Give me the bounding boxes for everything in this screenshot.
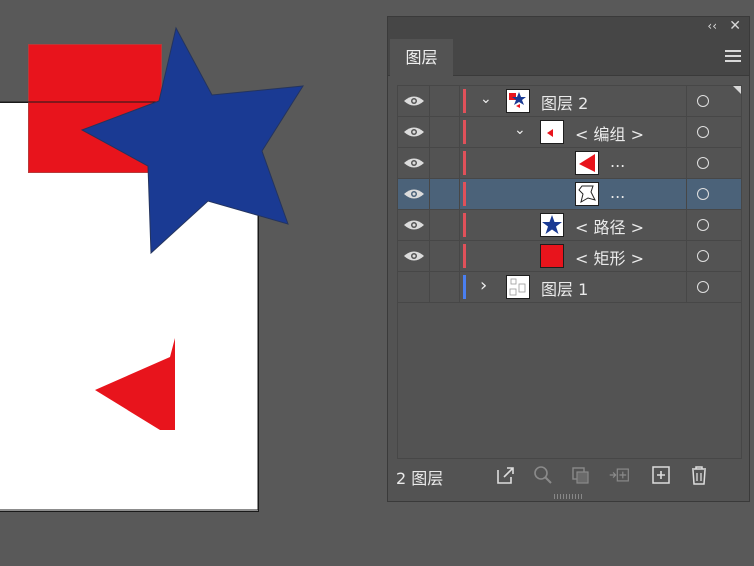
layer-label[interactable]: ... — [610, 152, 625, 171]
artwork-svg — [0, 26, 304, 511]
eye-icon[interactable] — [403, 157, 425, 169]
layer-color-bar — [463, 275, 466, 299]
layer-color-bar — [463, 120, 466, 144]
group-thumbnail — [540, 120, 564, 144]
path-thumbnail — [575, 151, 599, 175]
layer-row-layer1[interactable]: › 图层 1 — [398, 272, 741, 303]
layer-count: 2 图层 — [396, 469, 444, 488]
target-circle-icon[interactable] — [697, 95, 709, 107]
layer-thumbnail — [506, 275, 530, 299]
layer-color-bar — [463, 244, 466, 268]
layer-color-bar — [463, 213, 466, 237]
layer-thumbnail — [506, 89, 530, 113]
eye-icon[interactable] — [403, 126, 425, 138]
tab-layers[interactable]: 图层 — [390, 39, 453, 76]
target-circle-icon[interactable] — [697, 157, 709, 169]
eye-icon[interactable] — [403, 188, 425, 200]
target-circle-icon[interactable] — [697, 281, 709, 293]
layer-label[interactable]: < 路径 > — [575, 214, 644, 238]
tab-bar: 图层 — [388, 37, 749, 76]
red-triangle-art[interactable] — [95, 338, 175, 430]
move-to-layer-icon[interactable] — [608, 465, 630, 485]
layer-row-path-star[interactable]: < 路径 > — [398, 210, 741, 241]
target-circle-icon[interactable] — [697, 250, 709, 262]
layer-color-bar — [463, 89, 466, 113]
chevron-down-icon[interactable]: ⌄ — [514, 122, 526, 138]
layer-row-path-outline[interactable]: ... — [398, 179, 741, 210]
target-circle-icon[interactable] — [697, 126, 709, 138]
layer-label[interactable]: 图层 1 — [541, 276, 588, 300]
eye-icon[interactable] — [403, 95, 425, 107]
canvas-area[interactable] — [0, 0, 380, 566]
layer-color-bar — [463, 182, 466, 206]
layer-label[interactable]: < 矩形 > — [575, 245, 644, 269]
resize-grip[interactable] — [554, 494, 582, 499]
eye-icon[interactable] — [403, 219, 425, 231]
layer-label[interactable]: < 编组 > — [575, 121, 644, 145]
layer-row-layer2[interactable]: ⌄ 图层 2 — [398, 86, 741, 117]
layers-list[interactable]: ⌄ 图层 2 ⌄ < 编组 > ... ... < 路径 > < 矩形 > › … — [397, 85, 742, 459]
chevron-down-icon[interactable]: ⌄ — [480, 91, 492, 107]
trash-icon[interactable] — [688, 465, 710, 485]
layer-row-group[interactable]: ⌄ < 编组 > — [398, 117, 741, 148]
target-circle-icon[interactable] — [697, 188, 709, 200]
search-icon[interactable] — [532, 465, 554, 485]
panel-title-bar[interactable]: ‹‹ ✕ — [388, 17, 749, 37]
layer-label[interactable]: 图层 2 — [541, 90, 588, 114]
chevron-right-icon[interactable]: › — [480, 275, 487, 296]
layer-row-path-triangle[interactable]: ... — [398, 148, 741, 179]
export-icon[interactable] — [494, 465, 516, 485]
target-circle-icon[interactable] — [697, 219, 709, 231]
eye-icon[interactable] — [403, 250, 425, 262]
rectangle-thumbnail — [540, 244, 564, 268]
layers-panel: ‹‹ ✕ 图层 ⌄ 图层 2 ⌄ < 编组 > ... ... < 路径 > <… — [387, 16, 750, 502]
layer-color-bar — [463, 151, 466, 175]
layer-label[interactable]: ... — [610, 183, 625, 202]
new-layer-icon[interactable] — [650, 465, 672, 485]
hamburger-menu-icon[interactable] — [725, 50, 741, 62]
collapse-icon[interactable]: ‹‹ — [707, 19, 717, 33]
blue-star-art[interactable] — [80, 26, 304, 255]
outline-path-thumbnail — [575, 182, 599, 206]
panel-footer: 2 图层 — [388, 463, 749, 493]
clipping-mask-icon[interactable] — [570, 465, 592, 485]
close-icon[interactable]: ✕ — [729, 18, 741, 34]
star-thumbnail — [540, 213, 564, 237]
layer-row-rectangle[interactable]: < 矩形 > — [398, 241, 741, 272]
